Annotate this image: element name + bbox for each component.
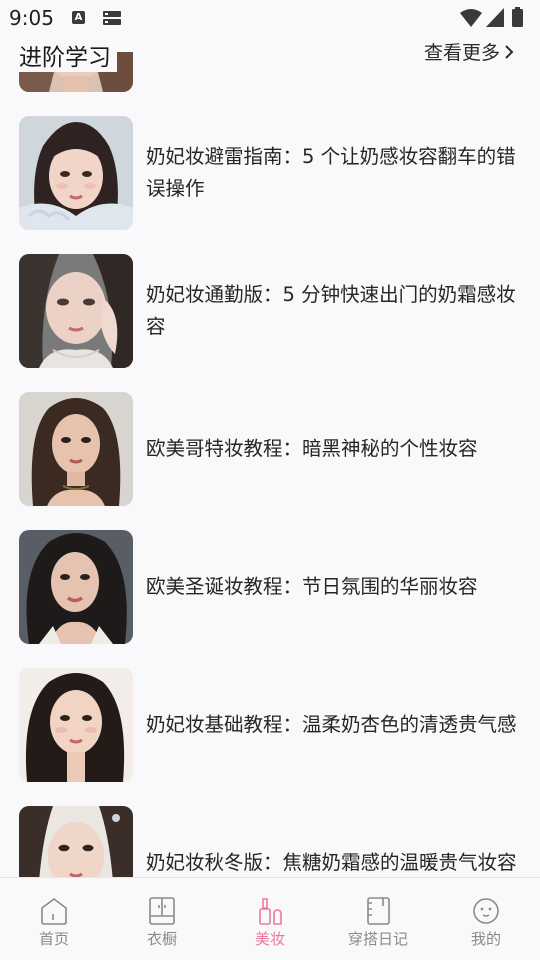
makeup-icon <box>259 898 282 925</box>
battery-icon <box>512 7 523 27</box>
signal-icon <box>486 8 504 27</box>
text-a-icon: A <box>72 11 85 24</box>
article-title: 奶妃妆通勤版：5 分钟快速出门的奶霜感妆容 <box>146 283 516 338</box>
article-thumbnail <box>19 806 133 877</box>
nav-label: 美妆 <box>254 930 285 948</box>
wifi-icon <box>460 9 482 27</box>
article-item[interactable]: 欧美哥特妆教程：暗黑神秘的个性妆容 <box>0 392 540 506</box>
nav-item-outfit-diary[interactable]: 穿搭日记 <box>324 878 432 960</box>
makeup-screen: 奶妃妆避雷指南：5 个让奶感妆容翻车的错误操作 奶妃妆通勤版：5 分钟快速出门的… <box>0 0 540 960</box>
profile-icon <box>473 898 499 924</box>
nav-item-home[interactable]: 首页 <box>0 878 108 960</box>
section-title: 进阶学习 <box>19 38 117 72</box>
system-icons <box>460 7 530 27</box>
home-icon <box>41 898 67 925</box>
article-item[interactable]: 奶妃妆通勤版：5 分钟快速出门的奶霜感妆容 <box>0 254 540 368</box>
status-bar: 9:05 A <box>0 0 540 36</box>
view-more-link[interactable]: 查看更多 <box>424 38 514 65</box>
article-title: 奶妃妆秋冬版：焦糖奶霜感的温暖贵气妆容 <box>146 851 517 874</box>
article-title: 奶妃妆基础教程：温柔奶杏色的清透贵气感 <box>146 713 517 736</box>
nav-label: 我的 <box>470 930 501 948</box>
article-thumbnail <box>19 668 133 782</box>
view-more-label: 查看更多 <box>423 42 500 64</box>
article-title: 欧美圣诞妆教程：节日氛围的华丽妆容 <box>146 575 478 598</box>
section-header: 进阶学习 查看更多 <box>0 34 540 72</box>
status-time: 9:05 <box>9 6 54 30</box>
sim-storage-icon <box>103 11 121 25</box>
article-thumbnail <box>19 530 133 644</box>
chevron-right-icon <box>505 44 514 59</box>
article-thumbnail <box>19 254 133 368</box>
diary-icon <box>367 897 390 925</box>
nav-item-wardrobe[interactable]: 衣橱 <box>108 878 216 960</box>
article-thumbnail <box>19 392 133 506</box>
article-title: 奶妃妆避雷指南：5 个让奶感妆容翻车的错误操作 <box>146 145 516 200</box>
wardrobe-icon <box>149 897 175 925</box>
article-list[interactable]: 奶妃妆避雷指南：5 个让奶感妆容翻车的错误操作 奶妃妆通勤版：5 分钟快速出门的… <box>0 0 540 877</box>
bottom-nav: 首页 衣橱 美妆 穿搭日记 我的 <box>0 877 540 960</box>
nav-label: 首页 <box>38 930 69 948</box>
article-thumbnail <box>19 116 133 230</box>
nav-item-makeup[interactable]: 美妆 <box>216 878 324 960</box>
article-item[interactable]: 奶妃妆避雷指南：5 个让奶感妆容翻车的错误操作 <box>0 116 540 230</box>
nav-label: 衣橱 <box>146 930 177 948</box>
article-title: 欧美哥特妆教程：暗黑神秘的个性妆容 <box>146 437 478 460</box>
article-item[interactable]: 奶妃妆秋冬版：焦糖奶霜感的温暖贵气妆容 <box>0 806 540 877</box>
nav-label: 穿搭日记 <box>347 930 408 948</box>
article-item[interactable]: 奶妃妆基础教程：温柔奶杏色的清透贵气感 <box>0 668 540 782</box>
nav-item-profile[interactable]: 我的 <box>432 878 540 960</box>
article-item[interactable]: 欧美圣诞妆教程：节日氛围的华丽妆容 <box>0 530 540 644</box>
